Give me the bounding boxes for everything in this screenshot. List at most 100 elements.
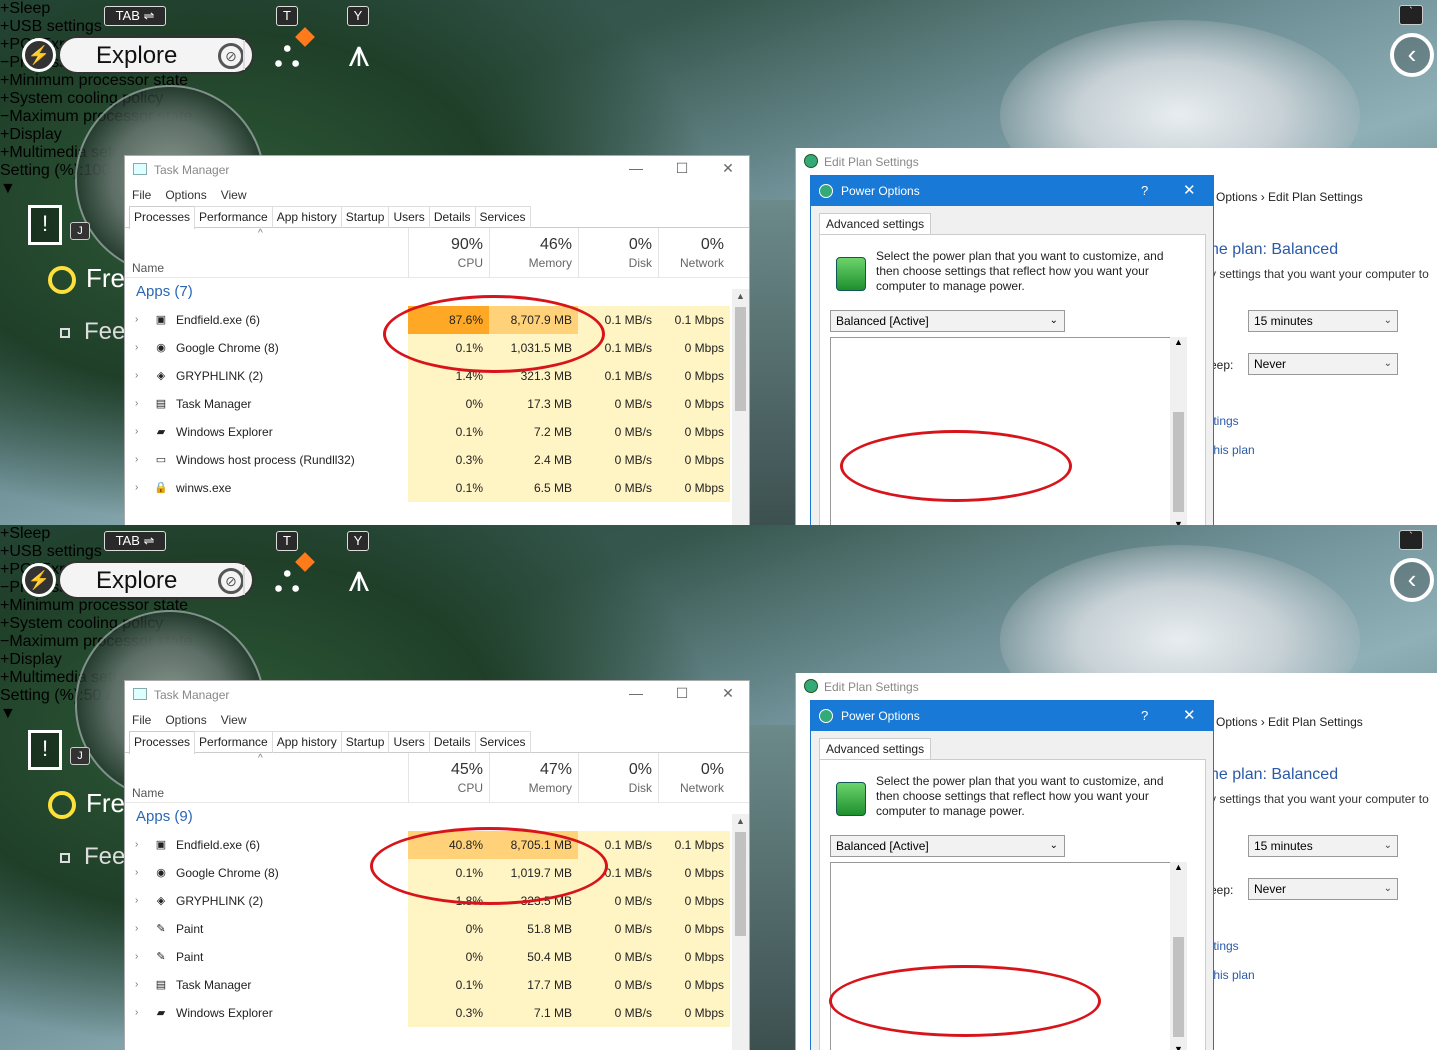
edit-plan-titlebar[interactable]: Edit Plan Settings <box>796 673 1437 701</box>
tab-startup[interactable]: Startup <box>340 731 390 753</box>
expand-chevron-icon[interactable]: › <box>135 362 138 390</box>
table-row[interactable]: › ▰ Windows Explorer 0.1% 7.2 MB 0 MB/s 0 Mbps <box>125 418 749 446</box>
table-row[interactable]: › ▣ Endfield.exe (6) 40.8% 8,705.1 MB 0.1 MB/… <box>125 831 749 859</box>
process-scrollbar[interactable]: ▲ <box>732 289 749 525</box>
table-row[interactable]: › 🔒 winws.exe 0.1% 6.5 MB 0 MB/s 0 Mbps <box>125 474 749 502</box>
expand-chevron-icon[interactable]: › <box>135 306 138 334</box>
column-cpu[interactable]: 45% CPU <box>408 753 489 803</box>
expand-chevron-icon[interactable]: › <box>135 971 138 999</box>
task-manager-titlebar[interactable]: Task Manager — ☐ ✕ <box>125 156 749 184</box>
column-name[interactable]: Name <box>132 261 164 275</box>
tab-performance[interactable]: Performance <box>194 731 273 753</box>
maximize-button[interactable]: ☐ <box>667 160 697 177</box>
plan-select[interactable]: Balanced [Active] ⌄ <box>830 835 1065 857</box>
dialog-close-button[interactable]: ✕ <box>1183 706 1196 724</box>
table-row[interactable]: › ▭ Windows host process (Rundll32) 0.3% 2.4… <box>125 446 749 474</box>
close-button[interactable]: ✕ <box>713 160 743 177</box>
tab-details[interactable]: Details <box>428 731 476 753</box>
expand-icon[interactable]: + <box>0 126 9 143</box>
menu-file[interactable]: File <box>132 709 151 731</box>
expand-icon[interactable]: + <box>0 72 9 89</box>
sort-caret-icon[interactable]: ^ <box>258 228 263 239</box>
dialog-close-button[interactable]: ✕ <box>1183 181 1196 199</box>
tab-users[interactable]: Users <box>388 731 430 753</box>
expand-icon[interactable]: + <box>0 525 9 542</box>
tab-details[interactable]: Details <box>428 206 476 228</box>
plan-select[interactable]: Balanced [Active] ⌄ <box>830 310 1065 332</box>
expand-chevron-icon[interactable]: › <box>135 831 138 859</box>
breadcrumb[interactable]: Options › Edit Plan Settings <box>1216 190 1363 204</box>
breadcrumb[interactable]: Options › Edit Plan Settings <box>1216 715 1363 729</box>
sleep-select[interactable]: Never ⌄ <box>1248 353 1398 375</box>
tower-icon[interactable]: ⩚ <box>334 555 384 603</box>
menu-file[interactable]: File <box>132 184 151 206</box>
restore-defaults-link[interactable]: this plan <box>1210 968 1255 982</box>
column-disk[interactable]: 0% Disk <box>578 228 658 278</box>
minimize-button[interactable]: — <box>621 685 651 701</box>
objective-2[interactable]: Fee <box>60 318 125 346</box>
table-row[interactable]: › ✎ Paint 0% 51.8 MB 0 MB/s 0 Mbps <box>125 915 749 943</box>
objective-1[interactable]: Fre <box>48 263 125 295</box>
restore-defaults-link[interactable]: this plan <box>1210 443 1255 457</box>
tower-icon[interactable]: ⩚ <box>334 30 384 78</box>
process-scrollbar[interactable]: ▲ <box>732 814 749 1050</box>
expand-chevron-icon[interactable]: › <box>135 334 138 362</box>
tab-services[interactable]: Services <box>474 206 531 228</box>
advanced-settings-link[interactable]: ttings <box>1210 414 1239 428</box>
expand-icon[interactable]: + <box>0 615 9 632</box>
objective-1[interactable]: Fre <box>48 788 125 820</box>
network-icon[interactable]: ⛬ <box>262 27 315 78</box>
expand-chevron-icon[interactable]: › <box>135 446 138 474</box>
display-off-select[interactable]: 15 minutes ⌄ <box>1248 310 1398 332</box>
table-row[interactable]: › ▤ Task Manager 0% 17.3 MB 0 MB/s 0 Mbps <box>125 390 749 418</box>
back-button[interactable]: ‹ <box>1390 558 1434 602</box>
expand-chevron-icon[interactable]: › <box>135 859 138 887</box>
column-name[interactable]: Name <box>132 786 164 800</box>
maximize-button[interactable]: ☐ <box>667 685 697 702</box>
collapse-icon[interactable]: − <box>0 108 9 125</box>
advanced-settings-link[interactable]: ttings <box>1210 939 1239 953</box>
edit-plan-titlebar[interactable]: Edit Plan Settings <box>796 148 1437 176</box>
apps-group-header[interactable]: Apps (9) <box>125 803 749 831</box>
column-memory[interactable]: 47% Memory <box>489 753 578 803</box>
expand-icon[interactable]: + <box>0 669 9 686</box>
table-row[interactable]: › ◈ GRYPHLINK (2) 1.4% 321.3 MB 0.1 MB/s 0 Mbp… <box>125 362 749 390</box>
table-row[interactable]: › ◉ Google Chrome (8) 0.1% 1,031.5 MB 0.1 MB/… <box>125 334 749 362</box>
collapse-icon[interactable]: − <box>0 633 9 650</box>
menu-options[interactable]: Options <box>165 709 206 731</box>
collapse-icon[interactable]: − <box>0 579 9 596</box>
objective-2[interactable]: Fee <box>60 843 125 871</box>
column-disk[interactable]: 0% Disk <box>578 753 658 803</box>
sleep-select[interactable]: Never ⌄ <box>1248 878 1398 900</box>
tab-app-history[interactable]: App history <box>271 206 342 228</box>
expand-icon[interactable]: + <box>0 144 9 161</box>
menu-view[interactable]: View <box>221 184 247 206</box>
quest-icon[interactable]: ! <box>28 730 62 770</box>
back-button[interactable]: ‹ <box>1390 33 1434 77</box>
close-button[interactable]: ✕ <box>713 685 743 702</box>
explore-mode-toggle[interactable]: ⚡ Explore ⊘ <box>22 561 254 599</box>
help-button[interactable]: ? <box>1141 708 1148 723</box>
table-row[interactable]: › ◉ Google Chrome (8) 0.1% 1,019.7 MB 0.1 MB/… <box>125 859 749 887</box>
expand-chevron-icon[interactable]: › <box>135 915 138 943</box>
apps-group-header[interactable]: Apps (7) <box>125 278 749 306</box>
collapse-icon[interactable]: − <box>0 54 9 71</box>
tree-item[interactable]: +System cooling policy <box>0 90 720 108</box>
table-row[interactable]: › ▰ Windows Explorer 0.3% 7.1 MB 0 MB/s 0 Mbps <box>125 999 749 1027</box>
column-network[interactable]: 0% Network <box>658 753 730 803</box>
menu-options[interactable]: Options <box>165 184 206 206</box>
task-manager-titlebar[interactable]: Task Manager — ☐ ✕ <box>125 681 749 709</box>
expand-icon[interactable]: + <box>0 597 9 614</box>
table-row[interactable]: › ✎ Paint 0% 50.4 MB 0 MB/s 0 Mbps <box>125 943 749 971</box>
table-row[interactable]: › ▤ Task Manager 0.1% 17.7 MB 0 MB/s 0 Mbps <box>125 971 749 999</box>
explore-mode-toggle[interactable]: ⚡ Explore ⊘ <box>22 36 254 74</box>
expand-icon[interactable]: + <box>0 543 9 560</box>
column-cpu[interactable]: 90% CPU <box>408 228 489 278</box>
expand-icon[interactable]: + <box>0 36 9 53</box>
expand-icon[interactable]: + <box>0 561 9 578</box>
expand-icon[interactable]: + <box>0 0 9 17</box>
settings-scrollbar[interactable]: ▲ ▼ <box>1170 337 1187 525</box>
expand-chevron-icon[interactable]: › <box>135 943 138 971</box>
expand-chevron-icon[interactable]: › <box>135 999 138 1027</box>
tree-item[interactable]: +System cooling policy <box>0 615 720 633</box>
